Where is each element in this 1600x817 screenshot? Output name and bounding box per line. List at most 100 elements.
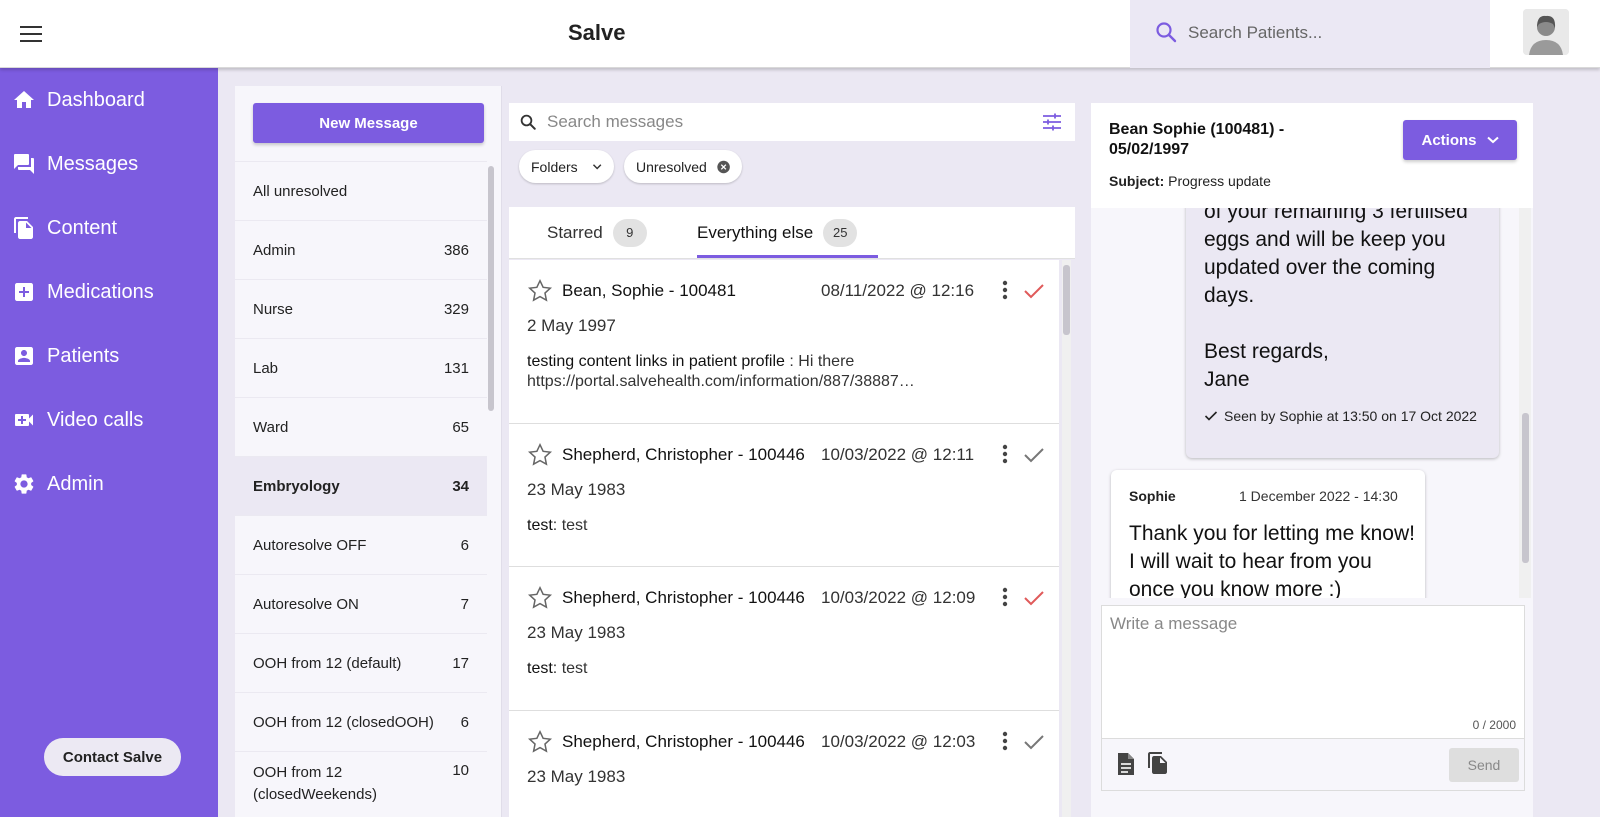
chevron-down-icon bbox=[592, 163, 602, 170]
patient-search-input[interactable] bbox=[1188, 18, 1468, 48]
patient-dob: 23 May 1983 bbox=[527, 480, 626, 499]
sidebar-item-label: Dashboard bbox=[47, 88, 145, 111]
resolved-check-icon[interactable] bbox=[1023, 282, 1045, 300]
sidebar-item-dashboard[interactable]: Dashboard bbox=[0, 75, 218, 125]
star-outline-icon[interactable] bbox=[527, 442, 553, 468]
message-input[interactable] bbox=[1110, 614, 1510, 714]
actions-button[interactable]: Actions bbox=[1403, 120, 1517, 160]
thread-scrollbar[interactable] bbox=[1519, 208, 1531, 598]
more-vertical-icon[interactable] bbox=[1001, 443, 1009, 465]
list-item[interactable]: Shepherd, Christopher - 100446 10/03/202… bbox=[509, 424, 1059, 567]
folder-item[interactable]: Admin 386 bbox=[235, 220, 487, 279]
list-item[interactable]: Shepherd, Christopher - 100446 10/03/202… bbox=[509, 711, 1059, 817]
message-date: 10/03/2022 @ 12:11 bbox=[821, 445, 975, 464]
folder-item[interactable]: Autoresolve OFF 6 bbox=[235, 515, 487, 574]
tab-everything-else[interactable]: Everything else 25 bbox=[697, 207, 858, 259]
more-vertical-icon[interactable] bbox=[1001, 730, 1009, 752]
sidebar-item-label: Video calls bbox=[47, 408, 144, 431]
star-outline-icon[interactable] bbox=[527, 278, 553, 304]
menu-icon[interactable] bbox=[20, 26, 42, 42]
sidebar-item-medications[interactable]: Medications bbox=[0, 267, 218, 317]
composer-toolbar: Send bbox=[1101, 739, 1525, 791]
sidebar-item-patients[interactable]: Patients bbox=[0, 331, 218, 381]
unresolved-filter-chip[interactable]: Unresolved bbox=[624, 150, 742, 183]
sidebar-item-content[interactable]: Content bbox=[0, 203, 218, 253]
star-outline-icon[interactable] bbox=[527, 585, 553, 611]
folder-label: Lab bbox=[253, 359, 279, 377]
folder-count: 329 bbox=[443, 300, 469, 318]
folder-count: 7 bbox=[460, 595, 469, 613]
tab-starred[interactable]: Starred 9 bbox=[547, 207, 647, 259]
conversation-panel: Bean Sophie (100481) - 05/02/1997 Subjec… bbox=[1091, 103, 1533, 817]
folder-item[interactable]: Autoresolve ON 7 bbox=[235, 574, 487, 633]
home-icon bbox=[12, 88, 36, 112]
send-button[interactable]: Send bbox=[1449, 748, 1519, 782]
seen-receipt: Seen by Sophie at 13:50 on 17 Oct 2022 bbox=[1204, 408, 1484, 424]
more-vertical-icon[interactable] bbox=[1001, 279, 1009, 301]
more-vertical-icon[interactable] bbox=[1001, 586, 1009, 608]
chip-label: Folders bbox=[531, 158, 578, 175]
document-icon[interactable] bbox=[1116, 752, 1136, 776]
message-search-input[interactable] bbox=[547, 110, 1017, 134]
user-avatar[interactable] bbox=[1523, 9, 1569, 55]
sidebar-item-admin[interactable]: Admin bbox=[0, 459, 218, 509]
character-counter: 0 / 2000 bbox=[1472, 718, 1516, 732]
subject-value: Progress update bbox=[1168, 173, 1271, 189]
star-outline-icon[interactable] bbox=[527, 729, 553, 755]
seen-text: Seen by Sophie at 13:50 on 17 Oct 2022 bbox=[1224, 408, 1477, 424]
folder-item[interactable]: Lab 131 bbox=[235, 338, 487, 397]
folder-label: Autoresolve OFF bbox=[253, 536, 367, 554]
folder-label: Autoresolve ON bbox=[253, 595, 359, 613]
list-item[interactable]: Shepherd, Christopher - 100446 10/03/202… bbox=[509, 567, 1059, 711]
conversation-header: Bean Sophie (100481) - 05/02/1997 Subjec… bbox=[1091, 103, 1533, 208]
sidebar-item-label: Medications bbox=[47, 280, 154, 303]
patient-name: Shepherd, Christopher - 100446 bbox=[562, 732, 805, 751]
outgoing-message: of your remaining 3 fertilised eggs and … bbox=[1186, 208, 1499, 458]
file-copy-icon[interactable] bbox=[1146, 750, 1170, 776]
message-subject: test bbox=[527, 517, 553, 534]
forum-icon bbox=[12, 152, 36, 176]
active-tab-indicator bbox=[697, 255, 878, 258]
tab-label: Starred bbox=[547, 223, 603, 242]
folder-item[interactable]: Nurse 329 bbox=[235, 279, 487, 338]
folder-item[interactable]: OOH from 12 (closedOOH) 6 bbox=[235, 692, 487, 751]
folder-count: 65 bbox=[452, 418, 469, 436]
folder-item[interactable]: OOH from 12 (closedWeekends) 10 bbox=[235, 751, 487, 815]
check-icon[interactable] bbox=[1023, 446, 1045, 464]
folder-count: 6 bbox=[460, 536, 469, 554]
folder-item[interactable]: OOH from 12 (default) 17 bbox=[235, 633, 487, 692]
new-message-button[interactable]: New Message bbox=[253, 103, 484, 143]
sidebar-item-label: Patients bbox=[47, 344, 120, 367]
folders-scrollbar[interactable] bbox=[488, 166, 494, 411]
subject-label: Subject: bbox=[1109, 173, 1165, 189]
messages-panel: Folders Unresolved Starred 9 Everything … bbox=[509, 103, 1075, 817]
folder-item[interactable]: Ward 65 bbox=[235, 397, 487, 456]
close-circle-icon[interactable] bbox=[717, 157, 730, 177]
search-icon bbox=[520, 114, 536, 130]
check-icon[interactable] bbox=[1023, 733, 1045, 751]
message-date: 10/03/2022 @ 12:09 bbox=[821, 588, 976, 607]
sidebar-item-messages[interactable]: Messages bbox=[0, 139, 218, 189]
avatar-icon bbox=[1523, 9, 1569, 55]
folder-label: OOH from 12 (closedOOH) bbox=[253, 713, 434, 731]
folders-filter-chip[interactable]: Folders bbox=[519, 150, 614, 183]
message-sender: Sophie bbox=[1129, 488, 1176, 504]
list-item[interactable]: Bean, Sophie - 100481 08/11/2022 @ 12:16… bbox=[509, 260, 1059, 424]
folder-item-active[interactable]: Embryology 34 bbox=[235, 456, 487, 515]
message-preview: test: test bbox=[527, 660, 588, 677]
patient-name: Shepherd, Christopher - 100446 bbox=[562, 588, 805, 607]
filter-settings-icon[interactable] bbox=[1042, 113, 1062, 131]
contact-salve-button[interactable]: Contact Salve bbox=[44, 738, 181, 776]
resolved-check-icon[interactable] bbox=[1023, 589, 1045, 607]
message-body-preview: test bbox=[561, 517, 588, 534]
gear-icon bbox=[12, 472, 36, 496]
message-list-scrollbar[interactable] bbox=[1062, 260, 1071, 817]
video-camera-icon bbox=[12, 408, 36, 432]
main-content: New Message All unresolved Admin 386 Nurs… bbox=[218, 68, 1600, 817]
folder-label: Nurse bbox=[253, 300, 294, 318]
outgoing-message-body: of your remaining 3 fertilised eggs and … bbox=[1204, 208, 1468, 391]
folders-panel: New Message All unresolved Admin 386 Nurs… bbox=[235, 86, 502, 817]
folder-item[interactable]: All unresolved bbox=[235, 161, 487, 220]
sidebar-item-video-calls[interactable]: Video calls bbox=[0, 395, 218, 445]
patient-dob: 23 May 1983 bbox=[527, 767, 626, 786]
